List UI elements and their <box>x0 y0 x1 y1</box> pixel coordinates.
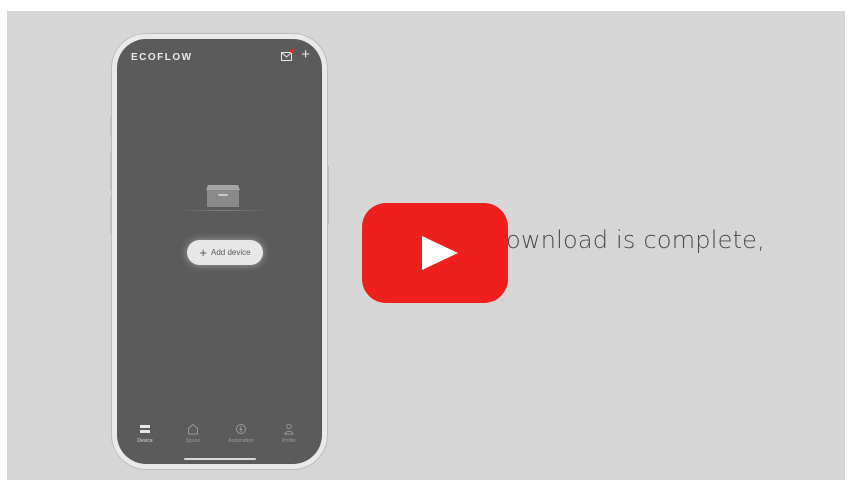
video-frame[interactable]: ECOFLOW + + Add device Device Space Auto… <box>7 11 845 480</box>
phone-side-button <box>110 152 112 190</box>
nav-label: Automation <box>228 438 254 444</box>
mail-icon[interactable] <box>281 52 292 61</box>
nav-label: Space <box>185 438 201 444</box>
plus-icon: + <box>199 245 207 260</box>
notification-dot <box>290 49 294 53</box>
phone-side-button <box>110 116 112 136</box>
divider <box>179 210 269 211</box>
app-header: ECOFLOW + <box>117 39 322 75</box>
play-icon <box>422 236 458 270</box>
nav-item-space[interactable]: Space <box>173 422 213 444</box>
phone-side-button <box>327 166 329 224</box>
youtube-play-button[interactable] <box>362 203 508 303</box>
home-indicator <box>184 458 256 460</box>
bottom-nav: Device Space Automation Profile <box>117 418 322 464</box>
brand-logo: ECOFLOW <box>131 52 193 63</box>
nav-item-profile[interactable]: Profile <box>269 422 309 444</box>
nav-label: Device <box>137 438 153 444</box>
video-subtitle: ownload is complete, <box>506 226 765 254</box>
home-icon <box>188 423 198 435</box>
automation-icon <box>236 424 246 434</box>
phone-screen: ECOFLOW + + Add device Device Space Auto… <box>117 39 322 464</box>
phone-side-button <box>110 196 112 234</box>
phone-mockup: ECOFLOW + + Add device Device Space Auto… <box>110 34 329 469</box>
empty-box-icon <box>206 185 240 207</box>
profile-icon <box>284 423 294 435</box>
nav-label: Profile <box>281 438 297 444</box>
plus-icon[interactable]: + <box>301 47 310 62</box>
add-device-button[interactable]: + Add device <box>187 240 263 265</box>
nav-item-device[interactable]: Device <box>125 422 165 444</box>
nav-item-automation[interactable]: Automation <box>221 422 261 444</box>
add-device-label: Add device <box>211 248 251 257</box>
device-icon <box>140 425 150 433</box>
